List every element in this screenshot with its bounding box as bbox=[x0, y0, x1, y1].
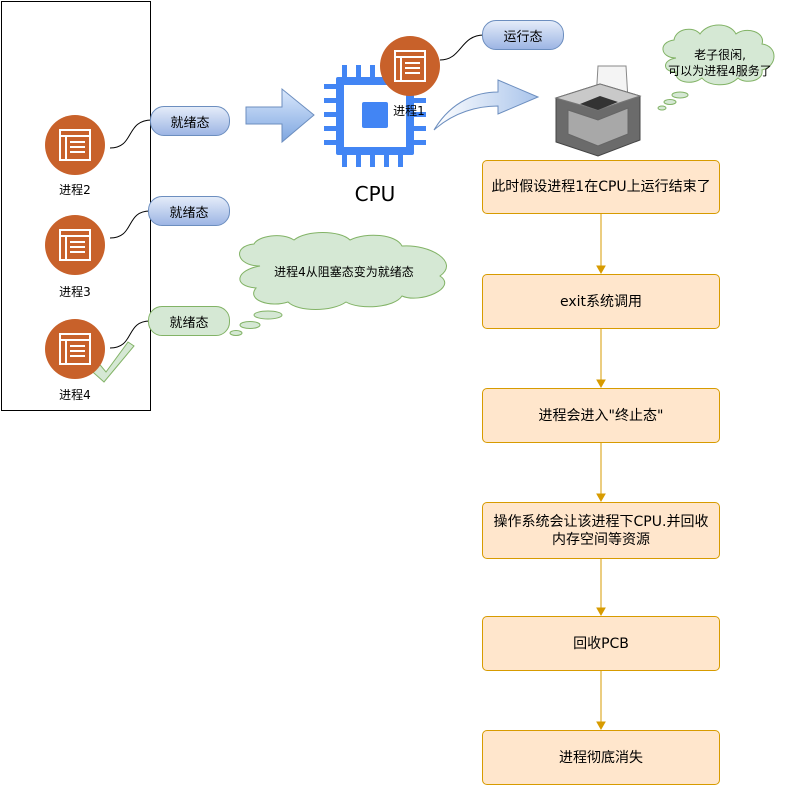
step-6-box: 进程彻底消失 bbox=[482, 730, 720, 785]
step-1-box: 此时假设进程1在CPU上运行结束了 bbox=[482, 160, 720, 214]
process1-icon bbox=[380, 36, 440, 96]
process1-label: 进程1 bbox=[393, 104, 425, 118]
process1-connector bbox=[439, 34, 485, 61]
enter-cpu-arrow bbox=[245, 87, 315, 144]
process2-icon bbox=[45, 115, 105, 175]
process4-label: 进程4 bbox=[59, 388, 91, 402]
process1-state-pill: 运行态 bbox=[482, 20, 564, 50]
process3-icon bbox=[45, 215, 105, 275]
step-3-box: 进程会进入"终止态" bbox=[482, 388, 720, 443]
process3-label: 进程3 bbox=[59, 285, 91, 299]
blocked-note-cloud bbox=[229, 232, 447, 336]
printer-note-line2: 可以为进程4服务了 bbox=[668, 64, 772, 78]
step-2-box: exit系统调用 bbox=[482, 274, 720, 329]
process2-label: 进程2 bbox=[59, 183, 91, 197]
printer-icon bbox=[554, 65, 642, 157]
cpu-to-printer-arrow bbox=[433, 79, 540, 131]
process3-state-pill: 就绪态 bbox=[148, 196, 230, 226]
process4-icon bbox=[45, 319, 105, 379]
printer-note-line1: 老子很闲, bbox=[694, 48, 746, 62]
blocked-note-text: 进程4从阻塞态变为就绪态 bbox=[274, 265, 414, 279]
step-5-box: 回收PCB bbox=[482, 616, 720, 671]
process4-state-pill: 就绪态 bbox=[148, 306, 230, 336]
process3-connector bbox=[109, 210, 151, 239]
diagram-canvas: 进程2 进程3 进程4 进程1 就绪态 就绪态 就绪态 运行态 CPU 老子很闲… bbox=[0, 0, 790, 786]
process2-state-pill: 就绪态 bbox=[150, 106, 230, 136]
step-4-box: 操作系统会让该进程下CPU.并回收内存空间等资源 bbox=[482, 502, 720, 559]
process2-connector bbox=[109, 119, 153, 149]
printer-note-text: 老子很闲, 可以为进程4服务了 bbox=[660, 47, 780, 79]
cpu-label: CPU bbox=[354, 182, 396, 206]
